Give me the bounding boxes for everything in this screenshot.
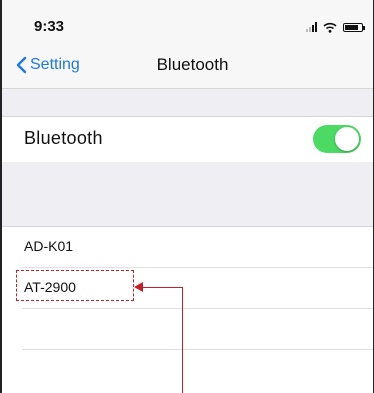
status-time: 9:33 bbox=[34, 18, 65, 35]
highlight-box bbox=[16, 270, 134, 301]
device-list: AD-K01 AT-2900 bbox=[2, 226, 373, 393]
row-divider bbox=[22, 349, 373, 350]
device-label: AD-K01 bbox=[24, 238, 74, 254]
bluetooth-row: Bluetooth bbox=[2, 116, 373, 163]
row-divider bbox=[22, 308, 373, 309]
callout-line bbox=[142, 287, 182, 288]
callout-line bbox=[182, 287, 183, 393]
wifi-icon bbox=[323, 22, 337, 33]
bluetooth-toggle[interactable] bbox=[313, 125, 361, 153]
battery-icon bbox=[343, 22, 365, 32]
status-icons bbox=[306, 20, 365, 34]
bluetooth-label: Bluetooth bbox=[24, 128, 103, 148]
cellular-signal-icon bbox=[306, 22, 317, 32]
device-row-ad-k01[interactable]: AD-K01 bbox=[2, 227, 373, 267]
section-spacer bbox=[2, 162, 373, 226]
section-spacer bbox=[2, 89, 373, 116]
status-bar: 9:33 bbox=[2, 0, 373, 42]
navigation-bar: Setting Bluetooth bbox=[2, 42, 373, 89]
phone-screen: 9:33 Setting Bluetooth Bluetooth AD-K01 … bbox=[0, 0, 374, 393]
toggle-knob bbox=[335, 127, 359, 151]
page-title: Bluetooth bbox=[156, 55, 229, 74]
